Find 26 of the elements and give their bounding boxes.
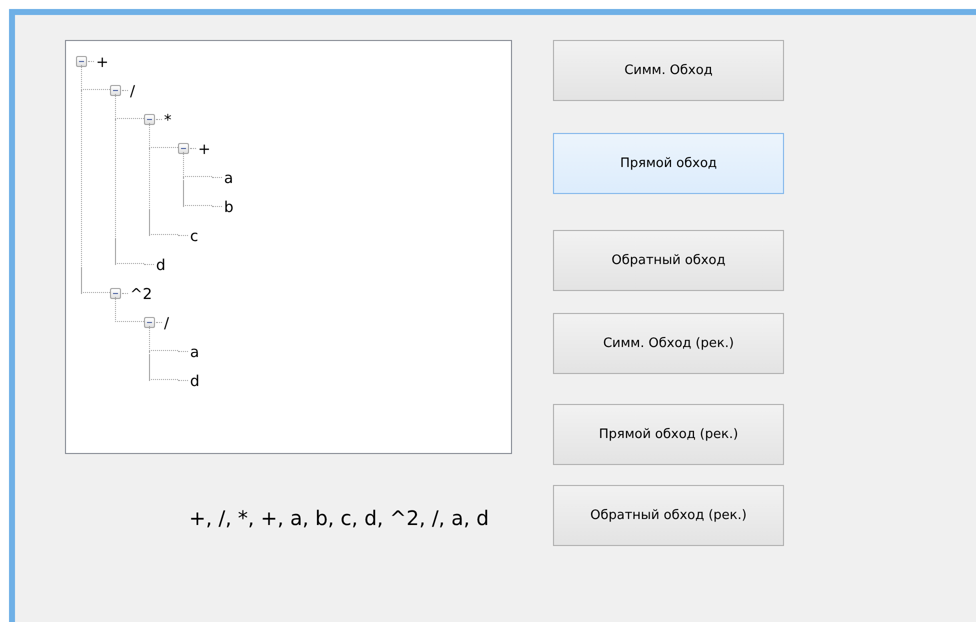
tree-node[interactable]: * <box>164 110 172 128</box>
tree-node[interactable]: + <box>198 140 211 158</box>
tree-node[interactable]: c <box>190 226 198 244</box>
tree-node[interactable]: ^2 <box>130 284 152 302</box>
collapse-icon[interactable] <box>110 288 121 299</box>
traversal-button[interactable]: Симм. Обход <box>553 40 784 101</box>
traversal-button[interactable]: Обратный обход <box>553 230 784 291</box>
tree-view[interactable]: + / * + a b c d ^2 / a d <box>65 40 512 454</box>
tree-node[interactable]: / <box>164 314 170 332</box>
tree-node[interactable]: a <box>224 168 234 186</box>
tree-node[interactable]: b <box>224 198 234 216</box>
tree-node[interactable]: d <box>190 372 200 390</box>
collapse-icon[interactable] <box>178 143 189 154</box>
collapse-icon[interactable] <box>110 85 121 96</box>
collapse-icon[interactable] <box>144 114 155 125</box>
traversal-button[interactable]: Прямой обход (рек.) <box>553 404 784 465</box>
traversal-button[interactable]: Прямой обход <box>553 133 784 194</box>
tree-node[interactable]: a <box>190 342 200 360</box>
collapse-icon[interactable] <box>144 317 155 328</box>
traversal-button[interactable]: Обратный обход (рек.) <box>553 485 784 546</box>
traversal-result: +, /, *, +, a, b, c, d, ^2, /, a, d <box>189 506 490 530</box>
traversal-button[interactable]: Симм. Обход (рек.) <box>553 313 784 374</box>
tree-node[interactable]: / <box>130 82 136 100</box>
tree-node[interactable]: d <box>156 256 166 274</box>
tree-node[interactable]: + <box>96 52 109 70</box>
collapse-icon[interactable] <box>76 56 87 67</box>
